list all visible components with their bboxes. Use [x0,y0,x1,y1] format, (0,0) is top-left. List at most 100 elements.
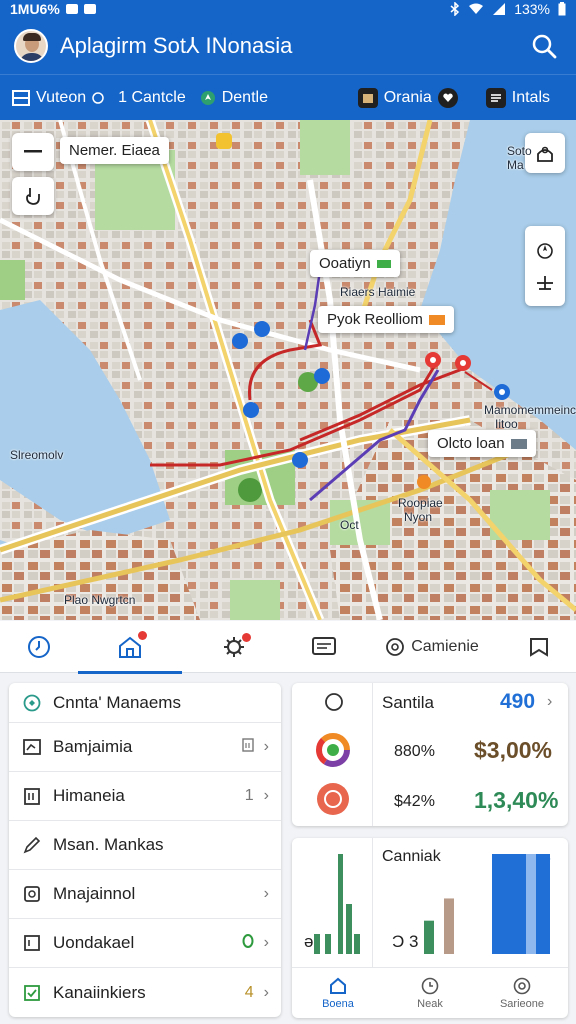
map-place-label: Plao Nwgrtcn [64,593,136,607]
route-color-tag [428,315,445,326]
toolbar-item-dentle[interactable]: Dentle [200,89,268,107]
list-item[interactable]: Kanaiinkiers 4 › [9,968,281,1017]
list-item[interactable]: Msan. Mankas [9,821,281,870]
app-title: Aplagirm Sot⅄ INonasia [60,33,293,58]
minus-icon [24,150,42,153]
callout-text: Nemer. Eiaea [69,142,160,159]
map-place-label: Mamomemmeince [484,403,576,417]
map-pin-blue-icon[interactable] [254,321,270,337]
stats-card[interactable]: Santila 490 › 880% $3,00% $42% 1,3,40% [292,683,568,826]
toolbar-item-label: Intals [511,88,550,106]
coin-icon [317,783,349,815]
filter-toolbar: Vuteon 1 Cantcle Dentle Orania Intals [0,74,576,120]
map-pin-orange-icon[interactable] [417,475,431,489]
bookmark-icon [530,637,548,657]
map-place-label: Ma [507,158,524,172]
list-title: Cnnta' Manaems [53,692,181,712]
calendar-icon [23,787,41,805]
bluetooth-icon [450,2,460,16]
clock-icon [421,977,439,994]
stats-divider [372,683,373,826]
nav-clock[interactable]: Neak [384,968,476,1018]
map-callout[interactable]: Nemer. Eiaea [60,137,169,164]
compass-button[interactable] [525,226,565,306]
tab-home[interactable] [78,621,182,674]
tab-time[interactable] [0,621,78,673]
toolbar-item-vuteon[interactable]: Vuteon [12,89,104,107]
route-callout[interactable]: Olcto loan [428,430,536,457]
wifi-icon [469,3,484,14]
tab-bookmarks[interactable] [502,621,576,673]
avatar[interactable] [14,29,48,63]
toolbar-item-label: Dentle [221,88,268,106]
list-item-label: Himaneia [53,786,125,805]
map-pin-blue-icon[interactable] [494,384,510,400]
locate-button[interactable] [12,177,54,215]
toolbar-item-intals[interactable]: Intals [485,87,550,108]
map-pin-blue-icon[interactable] [243,402,259,418]
nav-label: Sarieone [499,997,545,1010]
zoom-out-button[interactable] [12,133,54,171]
doc-icon [241,737,254,757]
callout-text: Pyok Reolliom [327,311,423,328]
nav-label: Neak [417,997,443,1010]
heart-icon [437,87,458,108]
card-bottom-nav: Boena Neak Sarieone [292,967,568,1018]
tab-camienie[interactable]: Camienie [362,621,502,673]
toolbar-item-label: 1 Cantcle [118,88,186,106]
clock-icon [28,635,50,658]
list-item-label: Mnajainnol [53,884,136,903]
status-bar: 1MU6% 133% [0,0,576,18]
list-item[interactable]: Mnajainnol › [9,870,281,919]
layout-icon [12,89,30,106]
location-icon [200,90,215,105]
chart-bar [346,904,352,954]
toolbar-item-orania[interactable]: Orania [357,87,458,108]
target-icon [513,977,531,994]
tab-alerts[interactable] [182,621,286,673]
map-place-label: Nyon [404,510,433,524]
search-button[interactable] [526,28,562,64]
map-pin-yellow-icon[interactable] [216,133,232,149]
map-pin-blue-icon[interactable] [292,452,308,468]
list-item[interactable]: Uondakael › [9,919,281,968]
toolbar-item-label: Orania [383,88,432,106]
toolbar-item-cantcle[interactable]: 1 Cantcle [118,89,186,107]
map-pin-blue-icon[interactable] [232,333,248,349]
chevron-right-icon: › [263,738,269,755]
stats-row2-percent: $42% [394,793,435,810]
list-item[interactable]: Himaneia 1 › [9,772,281,821]
camera-icon [23,885,41,903]
chevron-right-icon: › [547,693,553,710]
map-pin-red-icon[interactable] [425,352,441,368]
hand-pointer-icon [26,188,40,205]
tab-messages[interactable] [286,621,362,673]
map-view[interactable]: Nemer. Eiaea Ooatiyn Pyok Reolliom Olcto… [0,120,576,620]
chart-bar [325,934,331,954]
chart-bar [338,854,343,954]
contact-list-card: Cnnta' Manaems Bamjaimia › Himaneia 1 › … [9,683,281,1017]
stats-row1-percent: 880% [394,743,435,760]
stats-title: Santila [382,693,434,712]
map-pin-red-icon[interactable] [455,355,471,371]
notification-badge [242,632,251,642]
list-item-count: 4 [244,983,254,1001]
chart-card[interactable]: Canniak › ǝ. Ɔ 3 Boena Neak Sarieone [292,838,568,1018]
route-callout[interactable]: Pyok Reolliom [318,306,454,333]
bar-chart [314,854,550,954]
route-callout[interactable]: Ooatiyn [310,250,400,277]
search-icon [532,34,557,59]
chevron-right-icon: › [263,787,269,804]
route-color-tag [510,439,527,450]
nav-settings[interactable]: Sarieone [476,968,568,1018]
status-time: 1MU6% [10,1,60,17]
nav-home[interactable]: Boena [292,968,384,1018]
compass-icon [537,243,553,259]
map-pin-blue-icon[interactable] [314,368,330,384]
toolbar-item-label: Vuteon [36,88,87,106]
globe-icon [386,637,405,656]
chevron-right-icon: › [263,983,269,1001]
list-item-label: Msan. Mankas [53,835,164,854]
list-item[interactable]: Bamjaimia › [9,723,281,772]
chart-bar-highlight [526,854,536,954]
